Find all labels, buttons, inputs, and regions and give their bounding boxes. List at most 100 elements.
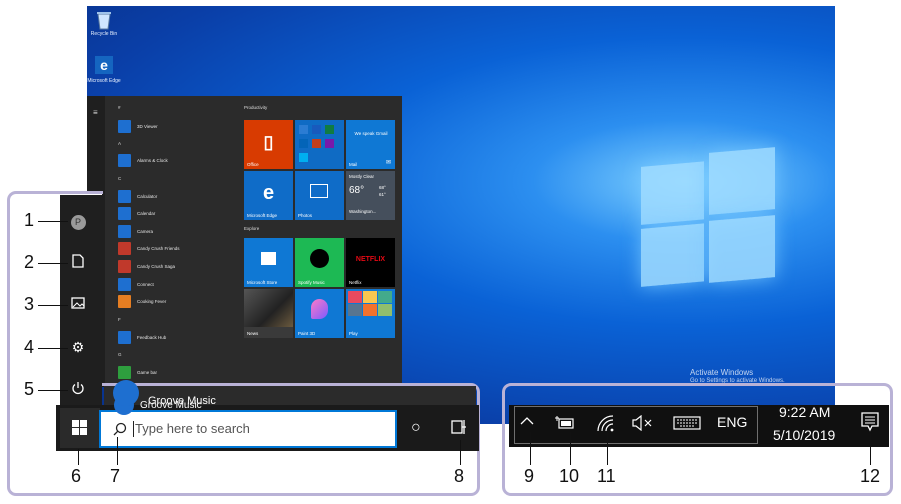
- user-account-icon[interactable]: P: [70, 213, 86, 230]
- recycle-bin-icon: [97, 12, 111, 30]
- callout-number: 7: [110, 466, 121, 486]
- candy-crush-friends-icon: [118, 241, 131, 255]
- clock-date[interactable]: 5/10/2019: [773, 427, 835, 443]
- tile-label: Mail: [349, 162, 358, 167]
- callout-number: 11: [597, 466, 616, 486]
- office-icon: ▯: [263, 132, 274, 152]
- powerpoint-icon: [312, 139, 321, 148]
- desktop-icon-edge[interactable]: e: [92, 54, 116, 81]
- show-hidden-icons-chevron-icon[interactable]: [520, 413, 534, 431]
- task-view-icon[interactable]: [451, 419, 467, 440]
- tile-mail[interactable]: We speak Gmail Mail ✉: [346, 120, 395, 169]
- start-button[interactable]: [60, 408, 100, 448]
- letter-header[interactable]: #: [118, 105, 121, 110]
- app-label: Calculator: [137, 193, 158, 199]
- clock-time[interactable]: 9:22 AM: [779, 404, 830, 420]
- alarm-clock-icon: [118, 153, 131, 167]
- windows-start-icon: [72, 420, 87, 435]
- callout-number: 9: [524, 466, 535, 486]
- taskbar-search-box[interactable]: Type here to search: [99, 410, 397, 448]
- power-icon[interactable]: [70, 381, 86, 398]
- app-list-item[interactable]: Alarms & Clock: [118, 153, 168, 167]
- callout-leader: [870, 434, 871, 465]
- app-label: 3D Viewer: [137, 123, 158, 129]
- calendar-icon: [118, 206, 131, 220]
- app-label: Feedback Hub: [137, 334, 167, 340]
- connect-icon: [118, 277, 131, 291]
- text-cursor: [133, 421, 134, 437]
- tile-label: Spotify Music: [298, 280, 325, 285]
- callout-leader: [460, 440, 461, 465]
- callout-leader: [38, 221, 68, 222]
- battery-power-icon[interactable]: [555, 416, 575, 435]
- app-list-item[interactable]: Camera: [118, 224, 153, 238]
- callout-number: 4: [24, 337, 35, 357]
- letter-header[interactable]: F: [118, 317, 121, 322]
- tile-office[interactable]: ▯ Office: [244, 120, 293, 169]
- game-bar-icon: [118, 365, 131, 379]
- tile-weather[interactable]: Mostly Clear 68° 68° 61° Washington...: [346, 171, 395, 220]
- callout-leader: [38, 348, 68, 349]
- outlook-icon: [312, 125, 321, 134]
- callout-number: 1: [24, 210, 35, 230]
- tile-paint-3d[interactable]: Paint 3D: [295, 289, 344, 338]
- callout-leader: [607, 432, 608, 465]
- skype-icon: [299, 153, 308, 162]
- app-list-item[interactable]: Candy Crush Friends: [118, 241, 180, 255]
- callout-number: 6: [71, 466, 82, 486]
- app-list-item[interactable]: Cooking Fever: [118, 294, 166, 308]
- app-list-item[interactable]: Calculator: [118, 189, 157, 203]
- game-icon: [348, 304, 362, 316]
- letter-header[interactable]: A: [118, 141, 121, 146]
- callout-number: 8: [454, 466, 465, 486]
- tile-play-folder[interactable]: Play: [346, 289, 395, 338]
- letter-header[interactable]: G: [118, 352, 122, 357]
- touch-keyboard-icon[interactable]: [673, 416, 701, 435]
- cortana-icon[interactable]: ○: [411, 419, 421, 437]
- store-bag-icon: [261, 252, 276, 265]
- tile-netflix[interactable]: NETFLIX Netflix: [346, 238, 395, 287]
- weather-city: Washington...: [349, 209, 377, 214]
- callout-leader: [78, 449, 79, 465]
- pictures-icon[interactable]: [70, 297, 86, 312]
- photos-icon: [310, 184, 328, 198]
- callout-number: 10: [559, 466, 580, 486]
- callout-leader: [117, 437, 118, 465]
- app-label: Connect: [137, 281, 154, 287]
- letter-header[interactable]: C: [118, 176, 121, 181]
- weather-condition: Mostly Clear: [349, 174, 375, 179]
- windows-logo-wallpaper: [641, 147, 775, 298]
- envelope-icon: ✉: [385, 160, 391, 166]
- tile-label: Photos: [298, 213, 313, 218]
- documents-icon[interactable]: [70, 254, 86, 271]
- camera-icon: [118, 224, 131, 238]
- callout-leader: [530, 432, 531, 465]
- input-language-indicator[interactable]: ENG: [717, 414, 747, 430]
- callout-number: 2: [24, 252, 35, 272]
- tile-microsoft-store[interactable]: Microsoft Store: [244, 238, 293, 287]
- wifi-network-icon[interactable]: [596, 414, 616, 437]
- onedrive-icon: [299, 139, 308, 148]
- tile-office-apps-folder[interactable]: [295, 120, 344, 169]
- volume-muted-icon[interactable]: [632, 414, 654, 434]
- tile-photos[interactable]: Photos: [295, 171, 344, 220]
- callout-leader: [570, 432, 571, 465]
- hamburger-icon[interactable]: ≡: [93, 108, 98, 117]
- app-list-item[interactable]: Calendar: [118, 206, 155, 220]
- app-list-item[interactable]: 3D Viewer: [118, 119, 158, 133]
- app-list-item[interactable]: Candy Crush Saga: [118, 259, 175, 273]
- app-list-item[interactable]: Connect: [118, 277, 154, 291]
- settings-gear-icon[interactable]: ⚙: [70, 339, 86, 356]
- app-list-item[interactable]: Feedback Hub: [118, 330, 166, 344]
- cooking-fever-icon: [118, 294, 131, 308]
- app-label: Camera: [137, 228, 154, 234]
- tile-microsoft-edge[interactable]: e Microsoft Edge: [244, 171, 293, 220]
- tile-news[interactable]: News: [244, 289, 293, 338]
- tile-spotify[interactable]: Spotify Music: [295, 238, 344, 287]
- weather-low: 61°: [379, 192, 386, 197]
- excel-icon: [325, 125, 334, 134]
- game-icon: [378, 291, 392, 303]
- candy-crush-saga-icon: [118, 259, 131, 273]
- app-list-item[interactable]: Game bar: [118, 365, 157, 379]
- tile-label: Paint 3D: [298, 331, 316, 336]
